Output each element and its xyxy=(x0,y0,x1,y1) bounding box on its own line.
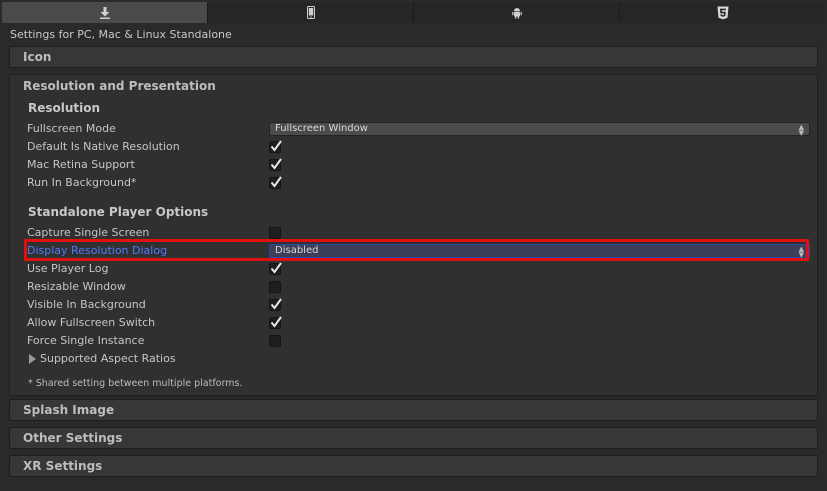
fullscreen-mode-dropdown[interactable]: Fullscreen Window ▲ ▼ xyxy=(269,122,810,137)
section-splash-image[interactable]: Splash Image xyxy=(9,399,818,421)
shared-setting-footnote: * Shared setting between multiple platfo… xyxy=(28,378,243,389)
tab-android[interactable] xyxy=(414,2,620,23)
resizable-window-label: Resizable Window xyxy=(27,280,126,293)
checkmark-icon xyxy=(270,316,282,328)
section-resolution-presentation[interactable]: Resolution and Presentation xyxy=(23,79,216,93)
run-in-background-label: Run In Background* xyxy=(27,176,137,189)
resizable-window-checkbox[interactable] xyxy=(269,281,281,293)
use-player-log-checkbox[interactable] xyxy=(269,262,282,275)
visible-in-background-checkbox[interactable] xyxy=(269,298,282,311)
force-single-instance-label: Force Single Instance xyxy=(27,334,145,347)
supported-aspect-ratios-foldout[interactable]: Supported Aspect Ratios xyxy=(40,352,176,365)
visible-in-background-label: Visible In Background xyxy=(27,298,146,311)
checkmark-icon xyxy=(270,262,282,274)
section-xr-settings[interactable]: XR Settings xyxy=(9,455,818,477)
tab-ios[interactable] xyxy=(208,2,414,23)
use-player-log-label: Use Player Log xyxy=(27,262,109,275)
fullscreen-mode-value: Fullscreen Window xyxy=(275,123,368,134)
checkmark-icon xyxy=(270,298,282,310)
capture-single-screen-label: Capture Single Screen xyxy=(27,226,150,239)
section-icon[interactable]: Icon xyxy=(9,46,818,68)
android-icon xyxy=(511,7,522,19)
force-single-instance-checkbox[interactable] xyxy=(269,335,281,347)
platform-tab-bar xyxy=(2,2,825,23)
highlight-outline xyxy=(24,239,809,261)
checkmark-icon xyxy=(270,140,282,152)
section-other-settings[interactable]: Other Settings xyxy=(9,427,818,449)
default-native-resolution-label: Default Is Native Resolution xyxy=(27,140,180,153)
download-arrow-icon xyxy=(99,6,110,19)
mac-retina-support-checkbox[interactable] xyxy=(269,158,282,171)
html5-icon xyxy=(717,6,728,19)
checkmark-icon xyxy=(270,176,282,188)
dropdown-arrows-icon: ▲ ▼ xyxy=(798,123,804,137)
foldout-arrow-icon[interactable] xyxy=(29,354,36,364)
mac-retina-support-label: Mac Retina Support xyxy=(27,158,135,171)
run-in-background-checkbox[interactable] xyxy=(269,176,282,189)
resolution-heading: Resolution xyxy=(28,101,101,115)
standalone-player-options-heading: Standalone Player Options xyxy=(28,205,209,219)
settings-title: Settings for PC, Mac & Linux Standalone xyxy=(10,28,232,41)
checkmark-icon xyxy=(270,158,282,170)
allow-fullscreen-switch-label: Allow Fullscreen Switch xyxy=(27,316,156,329)
allow-fullscreen-switch-checkbox[interactable] xyxy=(269,316,282,329)
default-native-resolution-checkbox[interactable] xyxy=(269,140,282,153)
fullscreen-mode-label: Fullscreen Mode xyxy=(27,122,116,135)
mobile-phone-icon xyxy=(306,6,315,19)
tab-standalone[interactable] xyxy=(2,2,208,23)
capture-single-screen-checkbox[interactable] xyxy=(269,227,281,239)
tab-webgl[interactable] xyxy=(620,2,825,23)
